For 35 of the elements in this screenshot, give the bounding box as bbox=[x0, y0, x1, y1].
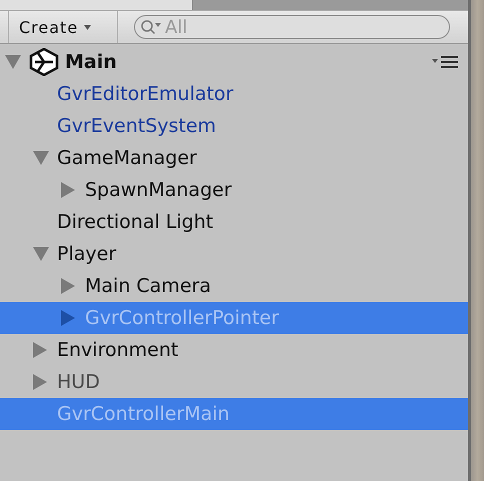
object-name: GvrEditorEmulator bbox=[57, 83, 234, 105]
object-name: Environment bbox=[57, 339, 178, 361]
object-name: Directional Light bbox=[57, 211, 214, 233]
search-icon bbox=[140, 19, 162, 35]
expanded-arrow-icon[interactable] bbox=[33, 151, 49, 165]
collapsed-arrow-icon[interactable] bbox=[61, 182, 75, 198]
collapsed-arrow-icon[interactable] bbox=[61, 278, 75, 294]
hierarchy-row[interactable]: GvrEditorEmulator bbox=[0, 78, 468, 110]
object-name: GvrControllerPointer bbox=[85, 307, 279, 329]
hierarchy-row[interactable]: GvrEventSystem bbox=[0, 110, 468, 142]
object-name: Player bbox=[57, 243, 116, 265]
create-button[interactable]: Create bbox=[8, 11, 118, 43]
search-field[interactable]: All bbox=[134, 15, 450, 39]
collapsed-arrow-icon[interactable] bbox=[33, 342, 47, 358]
collapsed-arrow-icon[interactable] bbox=[61, 310, 75, 326]
object-name: GvrEventSystem bbox=[57, 115, 216, 137]
expanded-arrow-icon[interactable] bbox=[33, 247, 49, 261]
hierarchy-row[interactable]: Directional Light bbox=[0, 206, 468, 238]
hierarchy-row[interactable]: SpawnManager bbox=[0, 174, 468, 206]
caret-icon bbox=[84, 24, 92, 30]
object-name: HUD bbox=[57, 371, 100, 393]
expanded-arrow-icon[interactable] bbox=[5, 55, 21, 69]
object-name: GameManager bbox=[57, 147, 197, 169]
object-name: Main Camera bbox=[85, 275, 211, 297]
hierarchy-row[interactable]: GameManager bbox=[0, 142, 468, 174]
hierarchy-row[interactable]: Player bbox=[0, 238, 468, 270]
object-name: GvrControllerMain bbox=[57, 403, 230, 425]
hierarchy-row[interactable]: HUD bbox=[0, 366, 468, 398]
hierarchy-row[interactable]: Main Camera bbox=[0, 270, 468, 302]
collapsed-arrow-icon[interactable] bbox=[33, 374, 47, 390]
object-name: SpawnManager bbox=[85, 179, 232, 201]
unity-logo-icon bbox=[29, 48, 59, 76]
hierarchy-row[interactable]: Environment bbox=[0, 334, 468, 366]
menu-icon[interactable] bbox=[432, 56, 458, 68]
scene-name: Main bbox=[65, 51, 117, 73]
